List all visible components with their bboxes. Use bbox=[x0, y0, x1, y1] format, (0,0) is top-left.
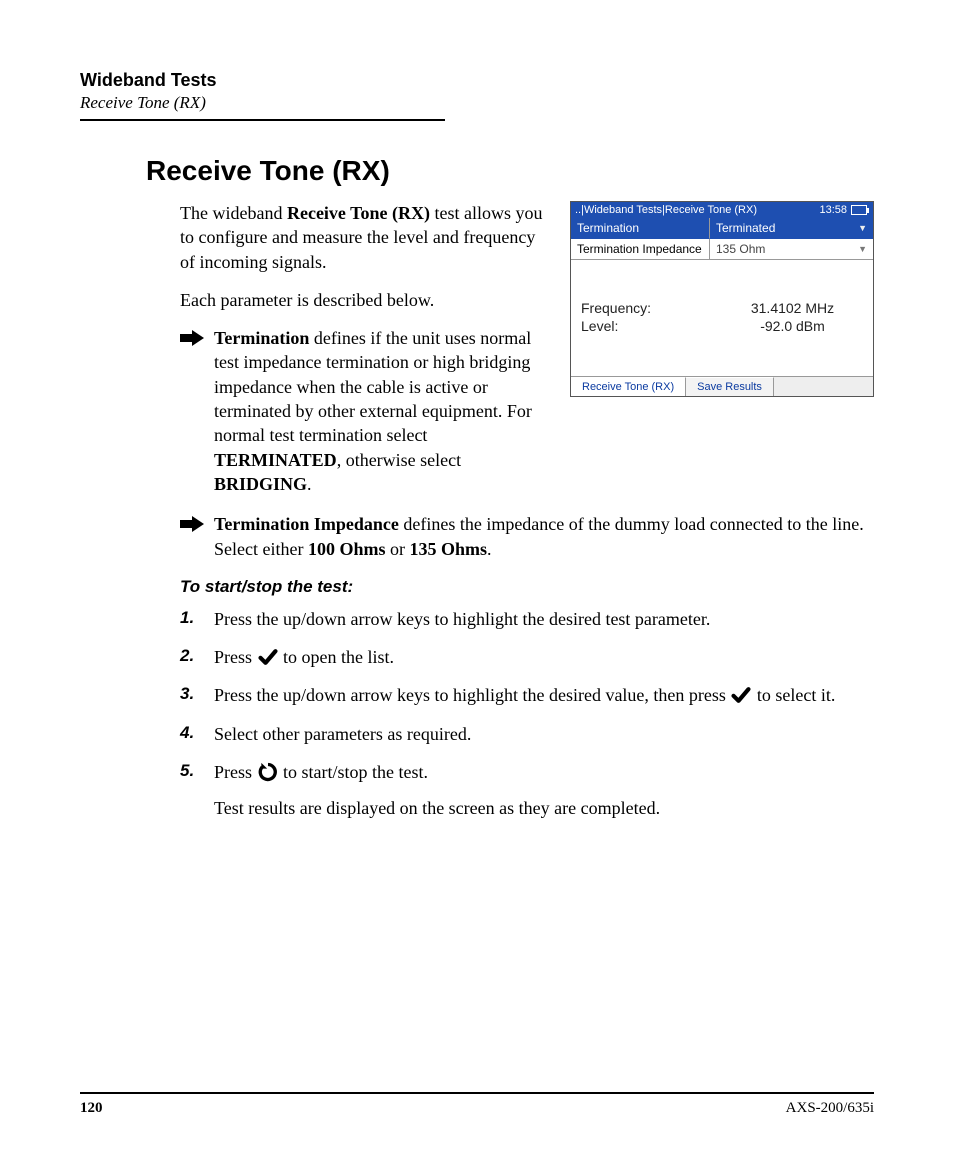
device-row-impedance[interactable]: Termination Impedance 135 Ohm ▼ bbox=[571, 239, 873, 260]
device-tabs: Receive Tone (RX) Save Results bbox=[571, 376, 873, 396]
device-row-label: Termination Impedance bbox=[571, 239, 709, 260]
section-heading: Wideband Tests bbox=[80, 70, 874, 91]
device-row-label: Termination bbox=[571, 218, 709, 239]
device-screenshot: ..|Wideband Tests|Receive Tone (RX) 13:5… bbox=[570, 201, 874, 397]
device-tab-save-results[interactable]: Save Results bbox=[686, 377, 774, 396]
loop-icon bbox=[257, 762, 279, 782]
device-titlebar: ..|Wideband Tests|Receive Tone (RX) 13:5… bbox=[571, 202, 873, 218]
procedure-heading: To start/stop the test: bbox=[180, 577, 874, 597]
readout-level-value: -92.0 dBm bbox=[722, 318, 863, 334]
readout-level-label: Level: bbox=[581, 318, 722, 334]
dropdown-arrow-icon: ▼ bbox=[858, 244, 867, 254]
page-number: 120 bbox=[80, 1100, 103, 1117]
device-row-value: 135 Ohm bbox=[716, 242, 765, 256]
bullet-termination: Termination defines if the unit uses nor… bbox=[180, 326, 548, 496]
device-breadcrumb: ..|Wideband Tests|Receive Tone (RX) bbox=[575, 204, 757, 216]
step-5-note: Test results are displayed on the screen… bbox=[214, 796, 874, 820]
dropdown-arrow-icon: ▼ bbox=[858, 223, 867, 233]
device-row-value: Terminated bbox=[716, 221, 775, 235]
page-footer: 120 AXS-200/635i bbox=[80, 1092, 874, 1117]
document-id: AXS-200/635i bbox=[786, 1100, 874, 1117]
bullet-arrow-icon bbox=[180, 330, 204, 346]
bullet-termination-impedance: Termination Impedance defines the impeda… bbox=[180, 512, 874, 561]
device-tab-receive-tone[interactable]: Receive Tone (RX) bbox=[571, 377, 686, 396]
intro-paragraph-2: Each parameter is described below. bbox=[180, 288, 548, 312]
checkmark-icon bbox=[730, 685, 752, 705]
device-row-termination[interactable]: Termination Terminated ▼ bbox=[571, 218, 873, 239]
readout-freq-label: Frequency: bbox=[581, 300, 722, 316]
page-title: Receive Tone (RX) bbox=[146, 155, 874, 187]
step-1: Press the up/down arrow keys to highligh… bbox=[180, 607, 874, 631]
intro-paragraph-1: The wideband Receive Tone (RX) test allo… bbox=[180, 201, 548, 274]
step-5: Press to start/stop the test. Test resul… bbox=[180, 760, 874, 821]
readout-freq-value: 31.4102 MHz bbox=[722, 300, 863, 316]
device-readouts: Frequency: 31.4102 MHz Level: -92.0 dBm bbox=[571, 260, 873, 376]
battery-icon bbox=[851, 205, 869, 215]
step-3: Press the up/down arrow keys to highligh… bbox=[180, 683, 874, 707]
checkmark-icon bbox=[257, 647, 279, 667]
header-rule bbox=[80, 119, 445, 121]
bullet-arrow-icon bbox=[180, 516, 204, 532]
step-4: Select other parameters as required. bbox=[180, 722, 874, 746]
device-clock: 13:58 bbox=[819, 204, 847, 216]
step-2: Press to open the list. bbox=[180, 645, 874, 669]
section-subheading: Receive Tone (RX) bbox=[80, 93, 874, 113]
